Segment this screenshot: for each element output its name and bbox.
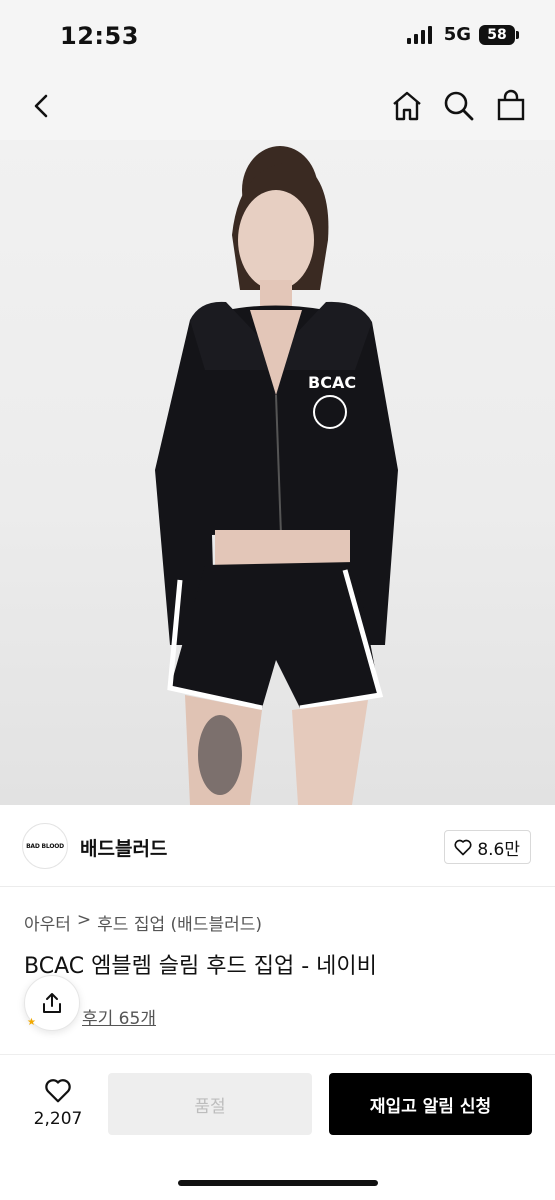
- status-time: 12:53: [60, 22, 139, 50]
- brand-row: BAD BLOOD 배드블러드 8.6만: [0, 805, 555, 887]
- wish-button[interactable]: 2,207: [28, 1075, 88, 1129]
- soldout-label: 품절: [194, 1096, 226, 1117]
- brand-name[interactable]: 배드블러드: [80, 834, 167, 861]
- brand-logo[interactable]: BAD BLOOD: [22, 823, 68, 869]
- brand-like-button[interactable]: 8.6만: [444, 830, 531, 864]
- battery-icon: 58: [479, 24, 519, 45]
- product-photo: BCAC: [155, 146, 398, 805]
- battery-level: 58: [487, 26, 507, 43]
- product-image[interactable]: BCAC: [0, 140, 555, 805]
- shopping-bag-icon: [497, 89, 525, 121]
- soldout-button[interactable]: 품절: [108, 1073, 312, 1135]
- search-button[interactable]: [441, 88, 477, 124]
- breadcrumb: 아우터 > 후드 집업 (배드블러드): [24, 910, 262, 935]
- status-bar: 12:53 5G 58: [0, 0, 555, 72]
- home-button[interactable]: [389, 88, 425, 124]
- brand-like-count: 8.6만: [477, 839, 520, 860]
- heart-icon: [45, 1079, 71, 1103]
- home-indicator[interactable]: [178, 1180, 378, 1186]
- breadcrumb-separator: >: [76, 910, 92, 930]
- network-type: 5G: [443, 24, 471, 45]
- review-link[interactable]: 후기 65개: [82, 1004, 156, 1029]
- heart-icon: [454, 839, 472, 856]
- back-button[interactable]: [24, 88, 60, 124]
- brand-logo-text: BAD BLOOD: [26, 842, 64, 850]
- restock-alert-button[interactable]: 재입고 알림 신청: [329, 1073, 532, 1135]
- svg-text:BCAC: BCAC: [308, 373, 356, 392]
- chevron-left-icon: [34, 94, 48, 118]
- cart-button[interactable]: [493, 88, 529, 124]
- rating-star-icon: ★: [27, 1017, 36, 1028]
- restock-label: 재입고 알림 신청: [369, 1096, 492, 1117]
- search-icon: [444, 91, 474, 121]
- status-indicators: 5G 58: [406, 24, 519, 45]
- breadcrumb-category[interactable]: 아우터: [24, 910, 71, 935]
- wish-count: 2,207: [33, 1109, 83, 1129]
- product-title: BCAC 엠블렘 슬림 후드 집업 - 네이비: [24, 954, 377, 979]
- signal-icon: [406, 25, 432, 44]
- nav-bar: [0, 72, 555, 140]
- bottom-action-bar: 2,207 품절 재입고 알림 신청: [0, 1054, 555, 1200]
- share-icon: [43, 993, 61, 1013]
- home-icon: [393, 91, 421, 121]
- breadcrumb-subcategory[interactable]: 후드 집업 (배드블러드): [97, 910, 262, 935]
